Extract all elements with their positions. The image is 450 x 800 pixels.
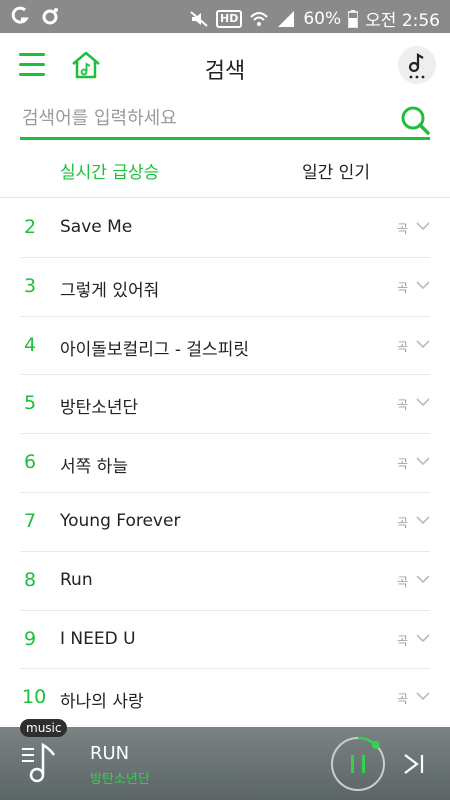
list-item[interactable]: 7 Young Forever 곡 bbox=[20, 493, 430, 552]
music-badge: music bbox=[20, 719, 68, 737]
pause-button[interactable] bbox=[330, 736, 386, 792]
keyword-text: 그렇게 있어줘 bbox=[60, 280, 160, 301]
type-tag: 곡 bbox=[396, 515, 408, 530]
rank-number: 10 bbox=[22, 686, 47, 709]
chevron-down-icon[interactable] bbox=[416, 456, 430, 466]
playlist-music-icon[interactable] bbox=[20, 741, 62, 785]
list-item[interactable]: 2 Save Me 곡 bbox=[20, 199, 430, 258]
list-item[interactable]: 5 방탄소년단 곡 bbox=[20, 375, 430, 435]
battery-icon bbox=[348, 9, 359, 28]
next-track-icon[interactable] bbox=[401, 751, 427, 777]
type-tag: 곡 bbox=[396, 339, 408, 354]
chevron-down-icon[interactable] bbox=[416, 221, 430, 231]
keyword-text: I NEED U bbox=[60, 628, 136, 649]
chevron-down-icon[interactable] bbox=[416, 515, 430, 525]
rank-number: 6 bbox=[24, 451, 37, 474]
keyword-text: 방탄소년단 bbox=[60, 398, 139, 419]
rank-number: 7 bbox=[24, 509, 37, 532]
tab-realtime-rising[interactable]: 실시간 급상승 bbox=[60, 158, 159, 183]
list-item[interactable]: 10 하나의 사랑 곡 bbox=[20, 669, 430, 729]
keyword-text: Save Me bbox=[60, 217, 133, 237]
header: 검색 bbox=[0, 33, 450, 99]
type-tag: 곡 bbox=[396, 692, 408, 707]
list-item[interactable]: 8 Run 곡 bbox=[20, 552, 430, 611]
type-tag: 곡 bbox=[396, 222, 408, 236]
keyword-text: 하나의 사랑 bbox=[60, 692, 144, 713]
status-bar: HD 60% 오전 2:56 bbox=[0, 0, 450, 33]
profile-button[interactable] bbox=[398, 46, 436, 84]
chevron-down-icon[interactable] bbox=[416, 691, 430, 701]
wifi-icon bbox=[250, 11, 269, 26]
battery-percent: 60% bbox=[303, 8, 342, 29]
clock: 오전 2:56 bbox=[365, 11, 440, 31]
carrier-g-icon bbox=[11, 6, 29, 24]
rank-number: 8 bbox=[24, 568, 37, 591]
chevron-down-icon[interactable] bbox=[416, 574, 430, 584]
keyword-text: Young Forever bbox=[60, 510, 181, 531]
chevron-down-icon[interactable] bbox=[416, 339, 430, 349]
chevron-down-icon[interactable] bbox=[416, 397, 430, 407]
list-item[interactable]: 9 I NEED U 곡 bbox=[20, 611, 430, 670]
type-tag: 곡 bbox=[396, 398, 408, 413]
type-tag: 곡 bbox=[396, 280, 408, 295]
rank-number: 4 bbox=[24, 333, 37, 356]
keyword-list: 2 Save Me 곡 3 그렇게 있어줘 곡 4 아이돌보컬리그 - 걸스피릿… bbox=[0, 199, 450, 729]
search-input[interactable] bbox=[22, 103, 392, 133]
track-title: RUN bbox=[90, 743, 130, 764]
keyword-text: 아이돌보컬리그 - 걸스피릿 bbox=[60, 339, 249, 360]
hd-icon: HD bbox=[216, 9, 243, 28]
mini-player[interactable]: music RUN 방탄소년단 bbox=[0, 719, 450, 800]
rank-number: 2 bbox=[24, 216, 37, 238]
rank-number: 5 bbox=[24, 392, 37, 415]
type-tag: 곡 bbox=[396, 633, 408, 648]
list-item[interactable]: 4 아이돌보컬리그 - 걸스피릿 곡 bbox=[20, 317, 430, 376]
music-note-profile-icon bbox=[408, 53, 425, 79]
keyword-text: Run bbox=[60, 569, 93, 590]
type-tag: 곡 bbox=[396, 574, 408, 589]
list-item[interactable]: 6 서쪽 하늘 곡 bbox=[20, 434, 430, 493]
search-icon[interactable] bbox=[400, 105, 430, 135]
ring-icon bbox=[42, 8, 58, 25]
track-artist: 방탄소년단 bbox=[90, 772, 150, 787]
search-bar bbox=[20, 99, 430, 140]
signal-icon bbox=[278, 10, 295, 27]
rank-number: 9 bbox=[24, 627, 37, 650]
chevron-down-icon[interactable] bbox=[416, 280, 430, 290]
keyword-text: 서쪽 하늘 bbox=[60, 457, 128, 478]
rank-number: 3 bbox=[24, 274, 37, 297]
chevron-down-icon[interactable] bbox=[416, 633, 430, 643]
tab-daily-popular[interactable]: 일간 인기 bbox=[302, 158, 370, 183]
ranking-tabs: 실시간 급상승 일간 인기 bbox=[0, 148, 450, 198]
type-tag: 곡 bbox=[396, 457, 408, 472]
page-title: 검색 bbox=[204, 59, 246, 84]
list-item[interactable]: 3 그렇게 있어줘 곡 bbox=[20, 258, 430, 317]
mute-icon bbox=[190, 10, 208, 27]
